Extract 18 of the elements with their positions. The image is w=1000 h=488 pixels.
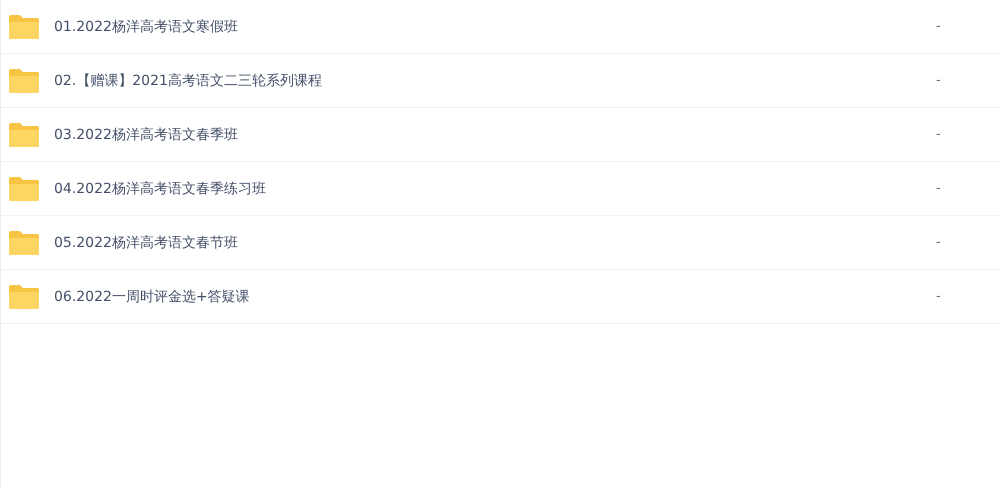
- file-size: -: [936, 289, 942, 304]
- folder-icon: [8, 14, 40, 40]
- folder-name[interactable]: 05.2022杨洋高考语文春节班: [54, 234, 936, 252]
- folder-name[interactable]: 02.【赠课】2021高考语文二三轮系列课程: [54, 72, 936, 90]
- folder-icon: [8, 230, 40, 256]
- folder-name[interactable]: 06.2022一周时评金选+答疑课: [54, 288, 936, 306]
- folder-name[interactable]: 01.2022杨洋高考语文寒假班: [54, 18, 936, 36]
- file-size: -: [936, 127, 942, 142]
- file-size: -: [936, 235, 942, 250]
- folder-icon: [8, 284, 40, 310]
- file-size: -: [936, 181, 942, 196]
- folder-icon: [8, 122, 40, 148]
- folder-name[interactable]: 04.2022杨洋高考语文春季练习班: [54, 180, 936, 198]
- file-size: -: [936, 19, 942, 34]
- folder-icon: [8, 68, 40, 94]
- folder-name[interactable]: 03.2022杨洋高考语文春季班: [54, 126, 936, 144]
- file-size: -: [936, 73, 942, 88]
- folder-icon: [8, 176, 40, 202]
